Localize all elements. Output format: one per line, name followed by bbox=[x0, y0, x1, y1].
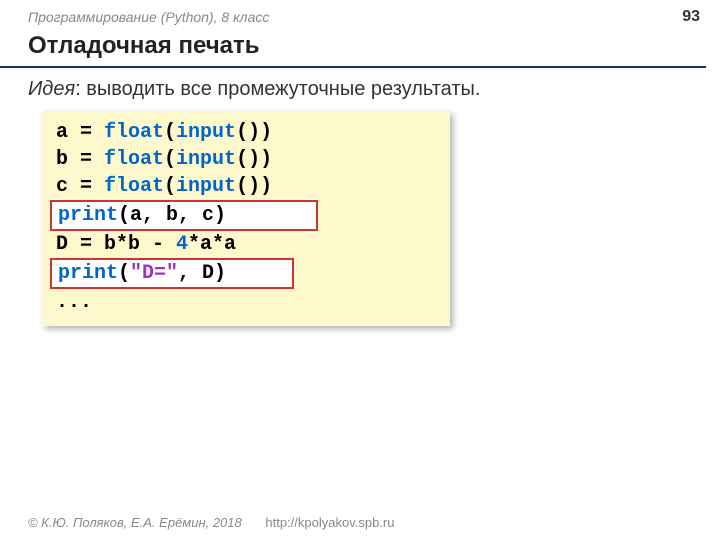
slide-footer: © К.Ю. Поляков, Е.А. Ерёмин, 2018 http:/… bbox=[28, 515, 394, 530]
highlight-print-d: print("D=", D) bbox=[50, 258, 294, 289]
idea-label: Идея bbox=[28, 78, 75, 100]
page-number: 93 bbox=[682, 8, 700, 26]
slide-header: Программирование (Python), 8 класс 93 bbox=[0, 0, 720, 30]
code-line-5: D = b*b - 4*a*a bbox=[56, 231, 436, 258]
code-line-6: print("D=", D) bbox=[56, 258, 436, 289]
code-block: a = float(input()) b = float(input()) c … bbox=[42, 111, 450, 326]
code-line-3: c = float(input()) bbox=[56, 173, 436, 200]
copyright: © К.Ю. Поляков, Е.А. Ерёмин, 2018 bbox=[28, 515, 242, 530]
slide-title: Отладочная печать bbox=[0, 30, 706, 68]
code-line-1: a = float(input()) bbox=[56, 119, 436, 146]
code-line-4: print(a, b, c) bbox=[56, 200, 436, 231]
course-label: Программирование (Python), 8 класс bbox=[28, 9, 269, 25]
idea-text: : выводить все промежуточные результаты. bbox=[75, 78, 480, 100]
highlight-print-abc: print(a, b, c) bbox=[50, 200, 318, 231]
code-line-2: b = float(input()) bbox=[56, 146, 436, 173]
idea-line: Идея: выводить все промежуточные результ… bbox=[0, 78, 720, 111]
code-line-7: ... bbox=[56, 289, 436, 316]
footer-url: http://kpolyakov.spb.ru bbox=[265, 515, 394, 530]
